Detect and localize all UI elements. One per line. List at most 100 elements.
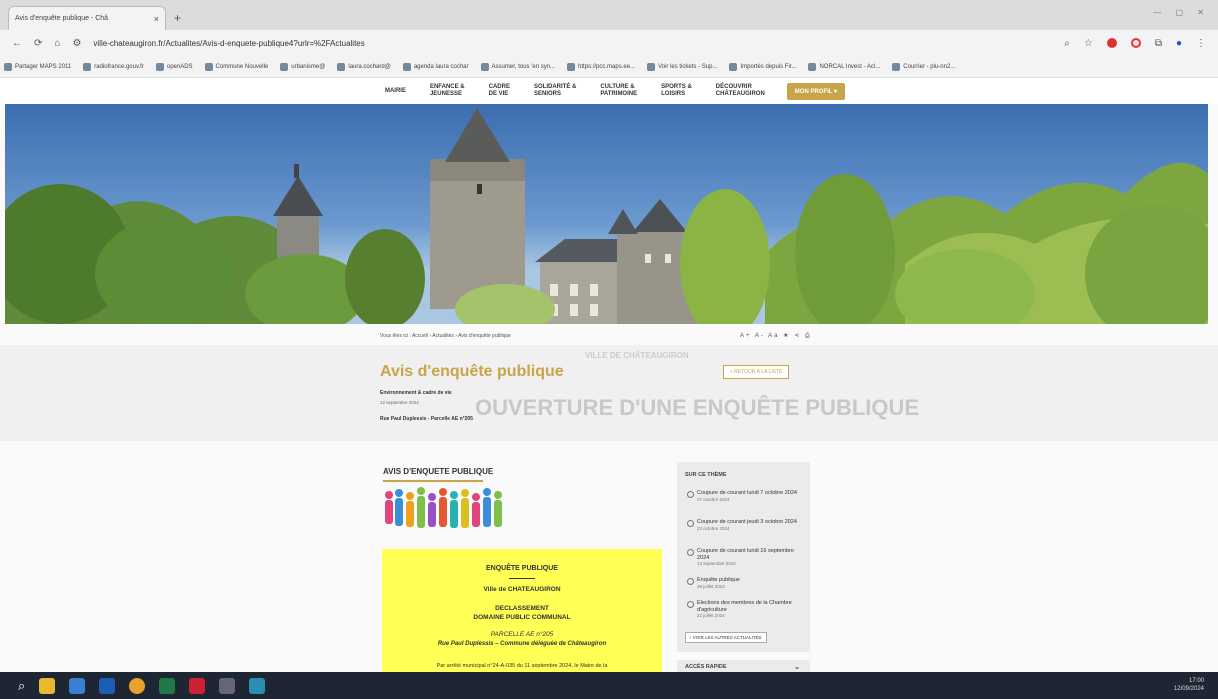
back-arrow-icon[interactable]: ← [12, 38, 22, 49]
article-date: 12 septembre 2024 [380, 400, 419, 405]
bookmark-favicon-icon [280, 62, 289, 71]
bookmark-label: Voir les tickets - Sup... [658, 63, 718, 70]
bookmark-label: urbanisme@ [291, 63, 326, 70]
app-icon-grey[interactable] [219, 677, 236, 694]
notice-separator [509, 578, 535, 579]
app-icon-red[interactable] [189, 677, 206, 694]
excel-icon[interactable] [159, 677, 176, 694]
nav-item-line1: DÉCOUVRIR [715, 84, 752, 90]
bookmark-item[interactable]: Commune Nouvelle [204, 62, 269, 71]
bookmark-item[interactable]: Partager MAPS 2011 [4, 62, 71, 71]
tab-title: Avis d'enquête publique - Châ [15, 15, 109, 22]
bookmark-label: Assumer, tous 'en syn... [491, 63, 556, 70]
bookmark-item[interactable]: radiofrance.gouv.fr [83, 62, 144, 71]
nav-item[interactable]: SPORTS & LOISIRS [649, 84, 704, 98]
reload-icon[interactable]: ⟳ [34, 38, 42, 49]
notice-domain: DOMAINE PUBLIC COMMUNAL [473, 614, 571, 621]
news-title: Coupure de courant jeudi 3 octobre 2024 [685, 519, 805, 527]
nav-item-line1: SPORTS & [661, 84, 692, 90]
news-title: Coupure de courant lundi 7 octobre 2024 [685, 490, 805, 498]
bookmark-item[interactable]: Voir les tickets - Sup... [647, 62, 718, 71]
extension-icon[interactable] [1106, 38, 1117, 48]
extensions-icon[interactable]: ⧉ [1155, 38, 1162, 49]
nav-item-line1: CULTURE & [600, 84, 635, 90]
nav-item-line2: JEUNESSE [429, 91, 462, 97]
article-category: Environnement & cadre de vie [380, 390, 452, 396]
notice-subject: DECLASSEMENT [495, 605, 549, 612]
bookmark-label: NORCAL Invest - Acl... [819, 63, 881, 70]
people-crowd-illustration [385, 487, 502, 528]
bookmark-item[interactable]: urbanisme@ [280, 62, 326, 71]
related-news-item[interactable]: Elections des membres de la Chambre d'ag… [685, 600, 805, 618]
window-controls[interactable]: — ▢ ✕ [1153, 8, 1210, 17]
bookmark-item[interactable]: laura.cochard@ [337, 62, 391, 71]
clock-time: 17:00 [1188, 678, 1204, 684]
opera-extension-icon[interactable] [1130, 38, 1141, 48]
breadcrumb[interactable]: Vous êtes ici : Accueil › Actualités › A… [380, 333, 511, 339]
nav-item[interactable]: DÉCOUVRIR CHÂTEAUGIRON [704, 84, 777, 98]
menu-kebab-icon[interactable]: ⋮ [1196, 38, 1206, 49]
all-news-button[interactable]: › VOIR LES AUTRES ACTUALITÉS [685, 632, 767, 643]
file-explorer-icon[interactable] [39, 677, 56, 694]
bookmark-item[interactable]: NORCAL Invest - Acl... [808, 62, 881, 71]
browser-tab[interactable]: Avis d'enquête publique - Châ × [8, 6, 166, 30]
bookmark-star-icon[interactable]: ☆ [1084, 38, 1093, 49]
nav-item-line2: DE VIE [488, 91, 509, 97]
nav-item-line1: ENFANCE & [429, 84, 465, 90]
nav-item[interactable]: CADRE DE VIE [477, 84, 522, 98]
site-navigation: MAIRIE ENFANCE & JEUNESSE CADRE DE VIE SOLIDA… [0, 78, 1218, 104]
sidebar-related: SUR CE THÈME › VOIR LES AUTRES ACTUALITÉ… [677, 462, 810, 652]
bookmark-favicon-icon [337, 62, 346, 71]
related-news-item[interactable]: Coupure de courant lundi 7 octobre 2024 2… [685, 490, 805, 502]
related-news-item[interactable]: Coupure de courant lundi 16 septembre 20… [685, 548, 805, 566]
tab-close-icon[interactable]: × [154, 14, 159, 24]
clock-date: 12/09/2024 [1173, 686, 1204, 692]
article-subtitle: Rue Paul Duplessis - Parcelle AE n°205 [380, 416, 473, 422]
bookmark-item[interactable]: Assumer, tous 'en syn... [480, 62, 556, 71]
bookmark-item[interactable]: openADS [155, 62, 193, 71]
nav-item[interactable]: MAIRIE [373, 88, 418, 95]
app-icon-teal[interactable] [249, 677, 266, 694]
search-icon[interactable]: ⌕ [18, 678, 25, 694]
notice-town: Ville de CHATEAUGIRON [483, 586, 561, 593]
news-date: 22 juillet 2024 [697, 613, 725, 618]
bookmark-favicon-icon [892, 62, 901, 71]
bookmark-item[interactable]: Courrier - plu-nn2... [892, 62, 955, 71]
nav-item-line1: CADRE [488, 84, 510, 90]
profile-icon[interactable]: ● [1176, 38, 1182, 49]
browser-tabstrip: Avis d'enquête publique - Châ × + — ▢ ✕ [0, 0, 1218, 30]
bookmark-item[interactable]: agenda laura cochar [402, 62, 469, 71]
bookmark-label: radiofrance.gouv.fr [94, 63, 144, 70]
page-tools[interactable]: A+ A- Aa ★ ⋖ ⎙ [740, 332, 812, 340]
bookmark-label: Commune Nouvelle [215, 63, 269, 70]
site-info-icon[interactable]: ⚙ [72, 38, 81, 49]
news-date: 23 octobre 2024 [697, 525, 730, 531]
news-date: 29 juillet 2024 [697, 583, 725, 589]
bookmark-label: openADS [166, 63, 193, 70]
bookmark-label: Importés depuis Fir... [740, 63, 797, 70]
news-title: Coupure de courant lundi 16 septembre 20… [685, 548, 805, 561]
nav-item[interactable]: CULTURE & PATRIMOINE [588, 84, 649, 98]
bookmark-favicon-icon [729, 62, 738, 71]
outlook-icon[interactable] [99, 677, 116, 694]
bookmark-item[interactable]: https://pcc.maps.ee... [567, 62, 635, 71]
related-news-item[interactable]: Enquête publique 29 juillet 2024 [685, 577, 805, 589]
new-tab-button[interactable]: + [174, 11, 181, 25]
bookmark-favicon-icon [480, 62, 489, 71]
nav-item[interactable]: SOLIDARITÉ & SENIORS [522, 84, 588, 98]
public-notice-box: ENQUÊTE PUBLIQUE Ville de CHATEAUGIRON D… [382, 549, 662, 673]
back-to-list-button[interactable]: « RETOUR À LA LISTE [723, 365, 790, 379]
taskbar-clock[interactable]: 17:00 12/09/2024 [1174, 677, 1204, 693]
chrome-icon[interactable] [129, 677, 146, 694]
bookmark-item[interactable]: Importés depuis Fir... [729, 62, 797, 71]
home-icon[interactable]: ⌂ [54, 38, 60, 49]
bookmark-label: agenda laura cochar [413, 63, 469, 70]
my-profile-button[interactable]: MON PROFIL ▾ [786, 82, 846, 100]
related-news-item[interactable]: Coupure de courant jeudi 3 octobre 2024 2… [685, 519, 805, 531]
nav-item[interactable]: ENFANCE & JEUNESSE [418, 84, 477, 98]
chevron-down-icon: ⌄ [794, 664, 800, 671]
app-icon-blue[interactable] [69, 677, 86, 694]
quick-access-label: ACCÈS RAPIDE [685, 664, 727, 670]
url-field[interactable]: ville-chateaugiron.fr/Actualites/Avis-d-… [93, 39, 1052, 48]
zoom-icon[interactable]: ⌕ [1064, 38, 1070, 49]
